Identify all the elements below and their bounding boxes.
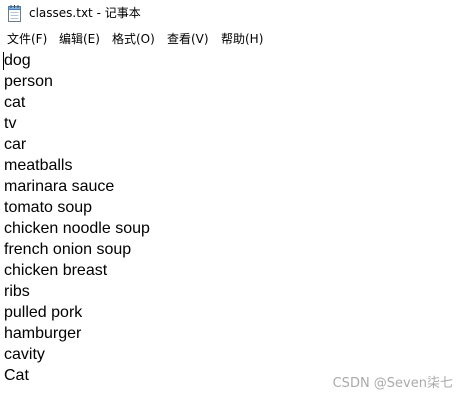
notepad-icon: [8, 5, 22, 22]
text-line: person: [4, 73, 53, 90]
text-line: cavity: [4, 346, 45, 363]
menu-view[interactable]: 查看(V): [167, 31, 209, 47]
menu-bar: 文件(F) 编辑(E) 格式(O) 查看(V) 帮助(H): [0, 28, 467, 51]
menu-edit[interactable]: 编辑(E): [59, 31, 100, 47]
menu-format[interactable]: 格式(O): [112, 31, 155, 47]
text-line: cat: [4, 94, 26, 111]
text-line: chicken noodle soup: [4, 220, 150, 237]
watermark: CSDN @Seven柒七: [332, 376, 453, 391]
title-bar[interactable]: classes.txt - 记事本: [0, 0, 467, 28]
menu-file[interactable]: 文件(F): [7, 31, 47, 47]
text-line: meatballs: [4, 157, 73, 174]
text-line: hamburger: [4, 325, 82, 342]
text-line: pulled pork: [4, 304, 83, 321]
text-line: tomato soup: [4, 199, 93, 216]
text-line: marinara sauce: [4, 178, 115, 195]
text-line: Cat: [4, 367, 29, 384]
text-line: car: [4, 136, 27, 153]
text-line: ribs: [4, 283, 30, 300]
notepad-window: classes.txt - 记事本 文件(F) 编辑(E) 格式(O) 查看(V…: [0, 0, 467, 400]
window-title: classes.txt - 记事本: [29, 6, 141, 20]
text-content: dog person cat tv car meatballs marinara…: [4, 50, 150, 386]
menu-help[interactable]: 帮助(H): [221, 31, 263, 47]
text-line: french onion soup: [4, 241, 132, 258]
text-line: tv: [4, 115, 17, 132]
text-line: dog: [4, 52, 31, 69]
text-line: chicken breast: [4, 262, 108, 279]
text-editor[interactable]: dog person cat tv car meatballs marinara…: [0, 50, 467, 400]
